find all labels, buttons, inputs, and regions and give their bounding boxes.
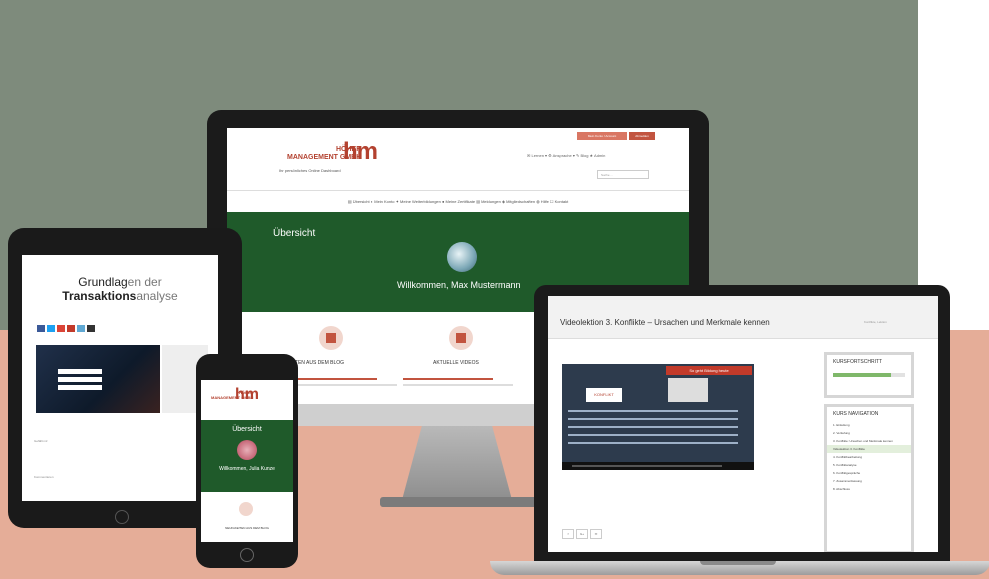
share-buttons: f G+ ✉ xyxy=(562,522,604,540)
progress-fill xyxy=(833,373,891,377)
iphone-home-button[interactable] xyxy=(240,548,254,562)
blog-section-label: NEUIGKEITEN AUS DEM BLOG xyxy=(225,526,269,530)
course-nav-item-active[interactable]: Videolektion 3. Konflikte xyxy=(827,445,911,453)
video-illustration xyxy=(668,378,708,402)
video-text-line xyxy=(568,442,738,444)
lesson-title: Videolektion 3. Konflikte – Ursachen und… xyxy=(560,318,770,327)
form-field[interactable] xyxy=(58,377,102,382)
video-text-line xyxy=(568,434,738,436)
dashboard-header: HÖHER MANAGEMENT GMBH hm Ihr persönliche… xyxy=(227,128,689,198)
progress-title: KURSFORTSCHRITT xyxy=(833,359,883,365)
logout-button[interactable]: Abmelden xyxy=(629,132,655,140)
top-menu[interactable]: ✉ Lernen ▾ ⚙ Ansprache ▾ ✎ Blog ★ Admin xyxy=(527,153,605,158)
course-navigation-box: KURS NAVIGATION 1. Einleitung 2. Vertief… xyxy=(824,404,914,552)
like-text[interactable]: Gefällt mir xyxy=(34,439,48,443)
conflict-logo: KONFLIKT xyxy=(586,388,622,402)
article-image xyxy=(36,345,160,413)
brand-logo-mark[interactable]: hm xyxy=(235,386,259,404)
form-field[interactable] xyxy=(58,385,102,390)
ipad-home-button[interactable] xyxy=(115,510,129,524)
page-title: Übersicht xyxy=(273,228,316,239)
video-controls[interactable] xyxy=(562,462,754,470)
course-nav-title: KURS NAVIGATION xyxy=(833,411,879,417)
course-nav-item[interactable]: 6. Konfliktgespräche xyxy=(827,469,911,477)
background-white-strip xyxy=(918,0,989,330)
facebook-icon[interactable] xyxy=(37,325,45,332)
main-navigation[interactable]: ▤ Übersicht ◐ Mein Konto ✦ Meine Weiterb… xyxy=(227,190,689,214)
video-excerpt xyxy=(403,384,513,386)
avatar xyxy=(237,440,257,460)
video-text-line xyxy=(568,410,738,412)
blog-icon xyxy=(239,502,253,516)
title-part4: analyse xyxy=(136,289,178,303)
iphone-screen: HÖHER MANAGEMENT GMBH hm Übersicht Willk… xyxy=(201,380,293,542)
video-text-line xyxy=(568,418,738,420)
form-field[interactable] xyxy=(58,369,102,374)
pinterest-icon[interactable] xyxy=(67,325,75,332)
page-title: Übersicht xyxy=(232,426,262,433)
course-nav-item[interactable]: 2. Vertiefung xyxy=(827,429,911,437)
course-nav-item[interactable]: 3. Konflikte: Ursachen und Merkmale kenn… xyxy=(827,437,911,445)
mail-icon[interactable]: ✉ xyxy=(590,529,602,539)
blog-icon xyxy=(319,326,343,350)
progress-bar xyxy=(833,373,905,377)
video-banner: So geht Bildung heute xyxy=(666,366,752,375)
video-progress-bar[interactable] xyxy=(572,465,722,467)
comment-text[interactable]: Kommentieren xyxy=(34,475,54,479)
macbook-notch xyxy=(700,561,776,565)
video-player[interactable]: KONFLIKT So geht Bildung heute xyxy=(562,364,754,470)
breadcrumb[interactable]: Konflikte, Lektion xyxy=(864,320,887,324)
article-title: Grundlagen der Transaktionsanalyse xyxy=(22,275,218,303)
title-part3: Transaktions xyxy=(62,289,137,303)
google-plus-icon[interactable] xyxy=(57,325,65,332)
course-nav-item[interactable]: 4. Konfliktbearbeitung xyxy=(827,453,911,461)
course-progress-box: KURSFORTSCHRITT xyxy=(824,352,914,398)
share-buttons[interactable] xyxy=(37,319,97,337)
videos-section-label: AKTUELLE VIDEOS xyxy=(433,360,479,366)
search-input[interactable]: Suche ... xyxy=(597,170,649,179)
welcome-text: Willkommen, Max Mustermann xyxy=(397,280,521,290)
title-part2: en der xyxy=(127,275,162,289)
linkedin-icon[interactable] xyxy=(77,325,85,332)
twitter-icon[interactable] xyxy=(47,325,55,332)
video-link[interactable] xyxy=(403,378,493,380)
imac-base xyxy=(380,497,540,507)
welcome-banner: Übersicht Willkommen, Julia Kunze xyxy=(201,420,293,492)
dashboard-subtitle: Ihr persönliches Online Dashboard xyxy=(279,168,341,173)
title-part1: Grundlag xyxy=(78,275,128,289)
course-nav-item[interactable]: 5. Konfliktanalyse xyxy=(827,461,911,469)
google-plus-icon[interactable]: G+ xyxy=(576,529,588,539)
video-text-line xyxy=(568,426,738,428)
course-nav-item[interactable]: 1. Einleitung xyxy=(827,421,911,429)
brand-logo-mark[interactable]: hm xyxy=(343,138,378,166)
avatar xyxy=(447,242,477,272)
account-button[interactable]: Mein Konto / Account xyxy=(577,132,627,140)
macbook-screen: Videolektion 3. Konflikte – Ursachen und… xyxy=(548,296,938,552)
facebook-icon[interactable]: f xyxy=(562,529,574,539)
ipad-screen: Grundlagen der Transaktionsanalyse Gefäl… xyxy=(22,255,218,501)
video-icon xyxy=(449,326,473,350)
mail-icon[interactable] xyxy=(87,325,95,332)
course-nav-item[interactable]: 8. Abschluss xyxy=(827,485,911,493)
welcome-text: Willkommen, Julia Kunze xyxy=(219,466,275,472)
course-nav-item[interactable]: 7. Zusammenfassung xyxy=(827,477,911,485)
lesson-header: Videolektion 3. Konflikte – Ursachen und… xyxy=(548,296,938,339)
